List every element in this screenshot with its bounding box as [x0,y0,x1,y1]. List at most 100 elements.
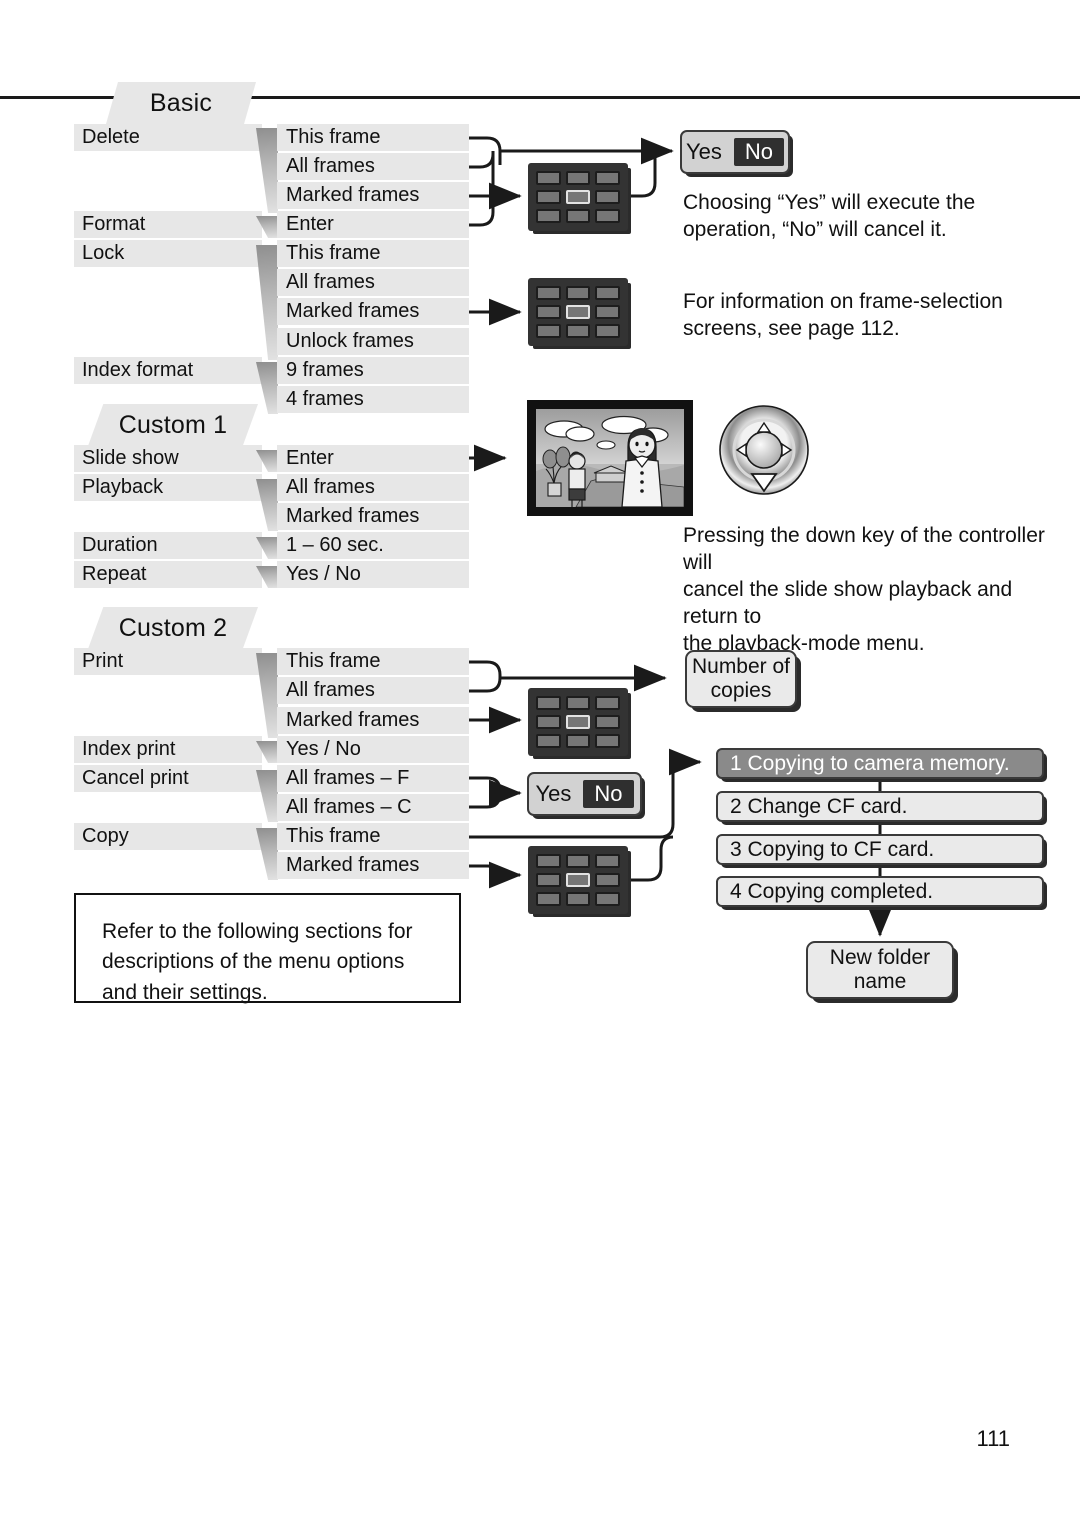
copy-step-label: 1 Copying to camera memory. [730,751,1010,775]
option-copy-this-frame[interactable]: This frame [277,823,469,850]
copy-step-1: 1 Copying to camera memory. [716,748,1044,779]
menu-item-delete[interactable]: Delete [74,124,262,151]
menu-item-copy[interactable]: Copy [74,823,262,850]
option-delete-this-frame[interactable]: This frame [277,124,469,151]
grid-cell [595,190,620,204]
callout-note: Refer to the following sections for desc… [74,893,461,1004]
menu-item-index-print[interactable]: Index print [74,736,262,763]
option-label: Yes / No [286,738,361,760]
menu-item-label: Delete [82,126,140,148]
sample-photo-icon [527,400,693,516]
option-slide-show-enter[interactable]: Enter [277,445,469,472]
option-index-print-yes-no[interactable]: Yes / No [277,736,469,763]
grid-cell [536,171,561,185]
callout-line1: Refer to the following sections for [102,920,413,943]
manual-page: Basic Custom 1 Custom 2 Delete Format Lo… [0,0,1080,1529]
grid-cell [595,209,620,223]
option-delete-marked-frames[interactable]: Marked frames [277,182,469,209]
new-folder-line2: name [853,970,907,993]
menu-item-index-format[interactable]: Index format [74,357,262,384]
grid-cell [565,324,591,338]
option-label: Marked frames [286,709,420,731]
option-label: All frames [286,155,375,177]
section-tab-custom1[interactable]: Custom 1 [88,404,258,446]
option-lock-this-frame[interactable]: This frame [277,240,469,267]
grid-cell-selected [565,873,591,887]
menu-item-duration[interactable]: Duration [74,532,262,559]
option-lock-all-frames[interactable]: All frames [277,269,469,296]
confirm-yes-label[interactable]: Yes [535,781,571,806]
branch-wedge-format [256,216,278,238]
branch-wedge-delete [256,128,278,213]
option-lock-marked-frames[interactable]: Marked frames [277,298,469,325]
option-duration-range[interactable]: 1 – 60 sec. [277,532,469,559]
confirm-yes-label[interactable]: Yes [686,139,722,164]
option-label: Yes / No [286,563,361,585]
confirm-dialog-yes-no-2[interactable]: Yes No [527,772,642,816]
branch-wedge-playback [256,479,278,531]
page-number: 111 [976,1426,1010,1451]
menu-item-label: Playback [82,476,164,498]
option-print-this-frame[interactable]: This frame [277,648,469,675]
option-playback-marked-frames[interactable]: Marked frames [277,503,469,530]
option-label: This frame [286,650,381,672]
sample-photo-svg [536,409,684,507]
option-print-marked-frames[interactable]: Marked frames [277,707,469,734]
grid-cell [595,305,620,319]
new-folder-line1: New folder [829,945,931,969]
menu-item-format[interactable]: Format [74,211,262,238]
number-of-copies-box[interactable]: Number of copies [685,650,797,708]
menu-item-cancel-print[interactable]: Cancel print [74,765,262,792]
grid-cell [595,286,620,300]
confirm-note: Choosing “Yes” will execute the operatio… [683,191,976,241]
option-label: All frames [286,271,375,293]
option-index-4-frames[interactable]: 4 frames [277,386,469,413]
option-print-all-frames[interactable]: All frames [277,677,469,704]
menu-item-label: Lock [82,242,125,264]
option-repeat-yes-no[interactable]: Yes / No [277,561,469,588]
grid-cell [536,286,561,300]
grid-cell [536,873,561,887]
confirm-no-label[interactable]: No [583,779,634,809]
option-label: This frame [286,242,381,264]
menu-item-label: Index print [82,738,176,760]
option-label: This frame [286,126,381,148]
confirm-dialog-yes-no[interactable]: Yes No [680,130,790,174]
option-cancel-print-all-frames-c[interactable]: All frames – C [277,794,469,821]
option-lock-unlock-frames[interactable]: Unlock frames [277,328,469,355]
option-label: Marked frames [286,184,420,206]
option-index-9-frames[interactable]: 9 frames [277,357,469,384]
four-way-controller-icon [718,404,810,496]
menu-item-lock[interactable]: Lock [74,240,262,267]
menu-item-repeat[interactable]: Repeat [74,561,262,588]
option-label: All frames [286,679,375,701]
section-tab-basic[interactable]: Basic [106,82,256,124]
branch-wedge-lock [256,245,278,360]
option-format-enter[interactable]: Enter [277,211,469,238]
option-copy-marked-frames[interactable]: Marked frames [277,852,469,879]
option-label: All frames – F [286,767,410,789]
grid-cell [565,854,591,868]
option-label: All frames [286,476,375,498]
grid-cell [565,286,591,300]
grid-cell [536,734,561,748]
new-folder-name-box[interactable]: New folder name [806,941,954,999]
grid-cell [595,696,620,710]
menu-item-playback[interactable]: Playback [74,474,262,501]
menu-item-label: Print [82,650,124,672]
option-playback-all-frames[interactable]: All frames [277,474,469,501]
section-tab-custom2[interactable]: Custom 2 [88,607,258,649]
option-label: Unlock frames [286,330,414,352]
grid-cell [536,324,561,338]
copy-step-label: 2 Change CF card. [730,794,908,818]
menu-item-slide-show[interactable]: Slide show [74,445,262,472]
menu-item-print[interactable]: Print [74,648,262,675]
option-delete-all-frames[interactable]: All frames [277,153,469,180]
option-cancel-print-all-frames-f[interactable]: All frames – F [277,765,469,792]
slide-show-note: Pressing the down key of the controller … [683,524,1045,655]
confirm-no-label[interactable]: No [733,137,784,167]
branch-wedge-index-format [256,362,278,414]
grid-cell [536,892,561,906]
grid-cell-selected [565,305,591,319]
option-label: Marked frames [286,300,420,322]
